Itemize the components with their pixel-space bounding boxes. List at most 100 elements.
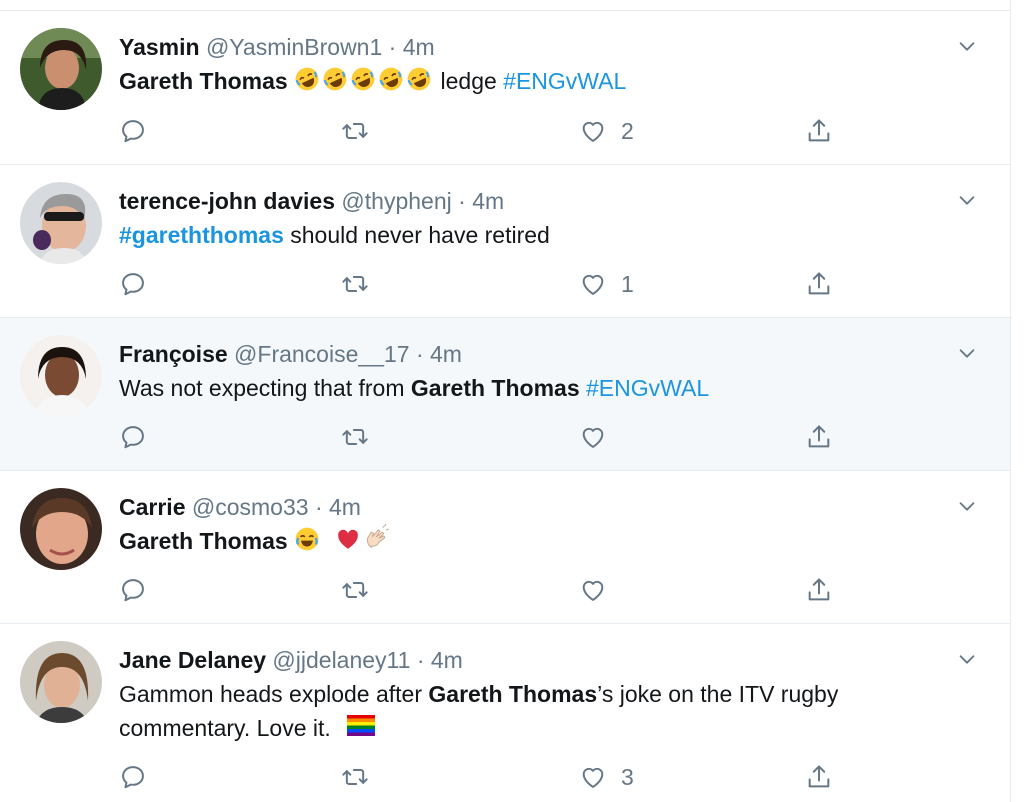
like-button[interactable]: 2 xyxy=(579,111,634,151)
joy-emoji-icon xyxy=(294,526,320,552)
reply-button[interactable] xyxy=(119,570,147,610)
tweet-text-segment: Was not expecting that from xyxy=(119,375,405,401)
separator-dot: · xyxy=(458,188,466,214)
rofl-emoji-icon xyxy=(322,66,348,92)
reply-icon xyxy=(119,423,147,451)
chevron-down-icon[interactable] xyxy=(956,648,978,670)
tweet-text-segment: ’s joke on the ITV rugby xyxy=(597,681,839,707)
rofl-emoji-icon xyxy=(294,66,320,92)
retweet-icon xyxy=(341,423,369,451)
timestamp[interactable]: 4m xyxy=(472,188,504,214)
share-button[interactable] xyxy=(805,757,833,797)
display-name[interactable]: Jane Delaney xyxy=(119,647,266,673)
avatar[interactable] xyxy=(20,28,102,110)
like-count: 3 xyxy=(621,763,634,790)
share-button[interactable] xyxy=(805,570,833,610)
hashtag-link[interactable]: #ENGvWAL xyxy=(503,68,626,94)
reply-icon xyxy=(119,576,147,604)
red-heart-emoji-icon xyxy=(335,526,361,552)
tweet-text: Gareth Thomas xyxy=(119,524,950,558)
user-handle[interactable]: @Francoise__17 xyxy=(234,341,410,367)
tweet-text: Gareth Thomas ledge #ENGvWAL xyxy=(119,64,950,98)
heart-icon xyxy=(579,423,607,451)
reply-icon xyxy=(119,117,147,145)
separator-dot: · xyxy=(388,34,397,60)
rofl-emoji-icon xyxy=(350,66,376,92)
retweet-button[interactable] xyxy=(341,570,369,610)
retweet-button[interactable] xyxy=(341,757,369,797)
share-icon xyxy=(805,763,833,791)
display-name[interactable]: Yasmin xyxy=(119,34,200,60)
avatar[interactable] xyxy=(20,182,102,264)
tweet-feed: Yasmin @YasminBrown1 · 4m Gareth Thomas … xyxy=(0,0,1011,802)
heart-icon xyxy=(579,270,607,298)
rofl-emoji-icon xyxy=(378,66,404,92)
user-handle[interactable]: @cosmo33 xyxy=(192,494,309,520)
heart-icon xyxy=(579,763,607,791)
share-icon xyxy=(805,423,833,451)
feed-top-divider xyxy=(0,0,1010,11)
user-handle[interactable]: @jjdelaney11 xyxy=(272,647,410,673)
share-button[interactable] xyxy=(805,417,833,457)
rainbow-flag-emoji-icon xyxy=(347,715,375,736)
hashtag-link[interactable]: #ENGvWAL xyxy=(586,375,709,401)
chevron-down-icon[interactable] xyxy=(956,495,978,517)
bold-mention: Gareth Thomas xyxy=(428,681,598,707)
avatar[interactable] xyxy=(20,641,102,723)
timestamp[interactable]: 4m xyxy=(403,34,435,60)
retweet-icon xyxy=(341,763,369,791)
bold-mention: Gareth Thomas xyxy=(410,375,580,401)
avatar[interactable] xyxy=(20,335,102,417)
chevron-down-icon[interactable] xyxy=(956,189,978,211)
retweet-icon xyxy=(341,270,369,298)
reply-button[interactable] xyxy=(119,417,147,457)
timestamp[interactable]: 4m xyxy=(431,647,463,673)
bold-mention: Gareth Thomas xyxy=(119,528,288,554)
like-button[interactable]: 1 xyxy=(579,264,634,304)
reply-button[interactable] xyxy=(119,111,147,151)
reply-button[interactable] xyxy=(119,757,147,797)
display-name[interactable]: terence-john davies xyxy=(119,188,335,214)
separator-dot: · xyxy=(314,494,323,520)
like-count: 2 xyxy=(621,117,634,144)
like-count: 1 xyxy=(621,270,634,297)
like-button[interactable] xyxy=(579,570,607,610)
bold-mention: Gareth Thomas xyxy=(119,68,288,94)
tweet-card[interactable]: Françoise @Francoise__17 · 4m Was not ex… xyxy=(0,318,1010,471)
separator-dot: · xyxy=(415,341,424,367)
tweet-card[interactable]: Yasmin @YasminBrown1 · 4m Gareth Thomas … xyxy=(0,11,1010,165)
tweet-card[interactable]: Jane Delaney @jjdelaney11 · 4m Gammon he… xyxy=(0,624,1010,802)
heart-icon xyxy=(579,576,607,604)
hashtag-link[interactable]: #gareththomas xyxy=(119,222,284,248)
heart-icon xyxy=(579,117,607,145)
share-icon xyxy=(805,117,833,145)
clap-emoji-icon xyxy=(363,524,391,552)
share-button[interactable] xyxy=(805,264,833,304)
timestamp[interactable]: 4m xyxy=(430,341,462,367)
reply-button[interactable] xyxy=(119,264,147,304)
rofl-emoji-icon xyxy=(406,66,432,92)
chevron-down-icon[interactable] xyxy=(956,342,978,364)
chevron-down-icon[interactable] xyxy=(956,35,978,57)
reply-icon xyxy=(119,270,147,298)
tweet-text-segment: commentary. Love it. xyxy=(119,715,331,741)
avatar[interactable] xyxy=(20,488,102,570)
retweet-icon xyxy=(341,117,369,145)
display-name[interactable]: Carrie xyxy=(119,494,185,520)
user-handle[interactable]: @YasminBrown1 xyxy=(206,34,382,60)
share-icon xyxy=(805,576,833,604)
share-button[interactable] xyxy=(805,111,833,151)
retweet-icon xyxy=(341,576,369,604)
display-name[interactable]: Françoise xyxy=(119,341,228,367)
separator-dot: · xyxy=(416,647,425,673)
retweet-button[interactable] xyxy=(341,111,369,151)
like-button[interactable]: 3 xyxy=(579,757,634,797)
tweet-card[interactable]: Carrie @cosmo33 · 4m Gareth Thomas xyxy=(0,471,1010,624)
tweet-text-segment: should never have retired xyxy=(290,222,550,248)
tweet-card[interactable]: terence-john davies @thyphenj · 4m #gare… xyxy=(0,165,1010,318)
timestamp[interactable]: 4m xyxy=(329,494,361,520)
retweet-button[interactable] xyxy=(341,417,369,457)
like-button[interactable] xyxy=(579,417,607,457)
user-handle[interactable]: @thyphenj xyxy=(341,188,451,214)
retweet-button[interactable] xyxy=(341,264,369,304)
